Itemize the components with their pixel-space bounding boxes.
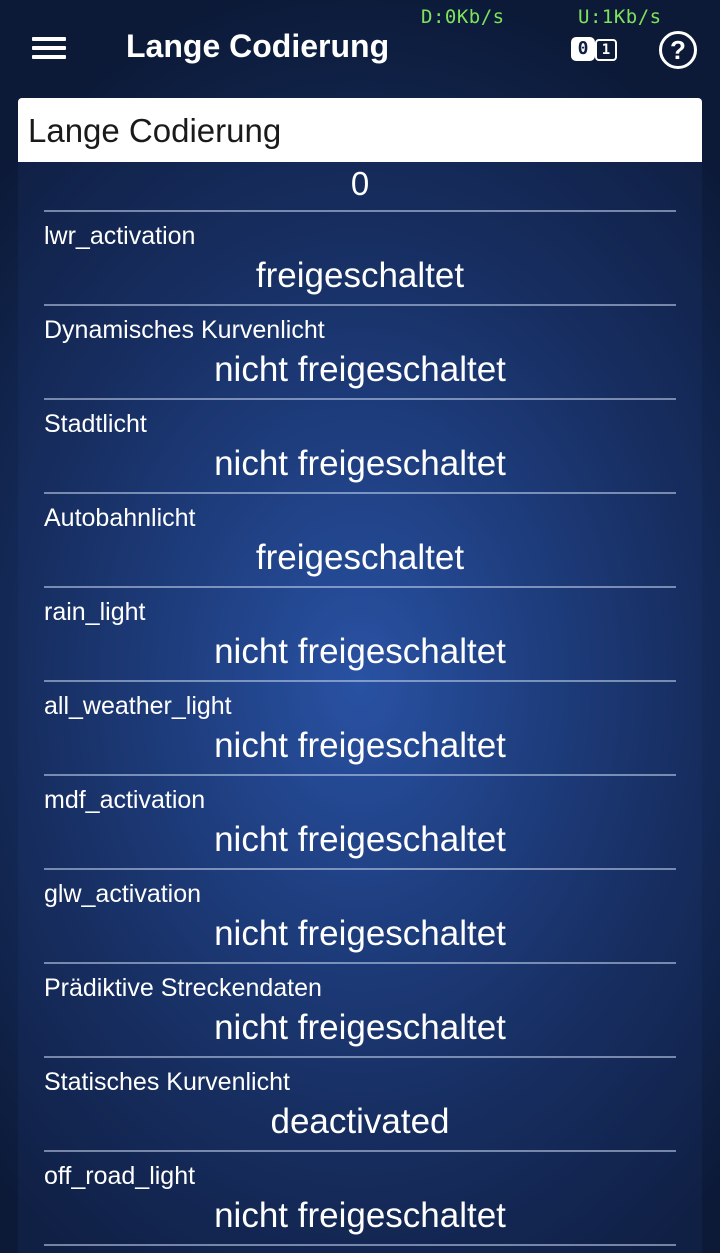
coding-row-label: glw_activation: [44, 880, 202, 908]
app-toolbar: D:0Kb/s U:1Kb/s Lange Codierung 0 1 ?: [0, 0, 720, 98]
coding-row-value: nicht freigeschaltet: [214, 632, 506, 671]
download-rate: D:0Kb/s: [421, 6, 505, 28]
coding-row-all-weather-light[interactable]: all_weather_light nicht freigeschaltet: [44, 682, 676, 776]
panel-title: Lange Codierung: [28, 112, 282, 149]
hamburger-menu-icon[interactable]: [32, 35, 66, 61]
coding-row-value: nicht freigeschaltet: [214, 726, 506, 765]
help-icon[interactable]: ?: [659, 31, 697, 69]
coding-row-label: Prädiktive Streckendaten: [44, 974, 322, 1002]
coding-list: 0 lwr_activation freigeschaltet Dynamisc…: [44, 162, 676, 1246]
coding-row-autobahnlicht[interactable]: Autobahnlicht freigeschaltet: [44, 494, 676, 588]
coding-row-value: nicht freigeschaltet: [214, 444, 506, 483]
coding-row-value: freigeschaltet: [255, 256, 465, 295]
coding-row-label: off_road_light: [44, 1162, 196, 1190]
panel-header: Lange Codierung: [18, 98, 702, 162]
coding-row-value: deactivated: [270, 1102, 450, 1141]
coding-row-mdf-activation[interactable]: mdf_activation nicht freigeschaltet: [44, 776, 676, 870]
coding-row-rain-light[interactable]: rain_light nicht freigeschaltet: [44, 588, 676, 682]
coding-row-glw-activation[interactable]: glw_activation nicht freigeschaltet: [44, 870, 676, 964]
coding-row-label: rain_light: [44, 598, 146, 626]
coding-row-label: Stadtlicht: [44, 410, 147, 438]
coding-raw-value: 0: [44, 162, 676, 212]
coding-row-statisches-kurvenlicht[interactable]: Statisches Kurvenlicht deactivated: [44, 1058, 676, 1152]
coding-row-label: mdf_activation: [44, 786, 206, 814]
page-title: Lange Codierung: [126, 28, 390, 64]
coding-row-off-road-light[interactable]: off_road_light nicht freigeschaltet: [44, 1152, 676, 1246]
coding-row-value: nicht freigeschaltet: [214, 1008, 506, 1047]
coding-row-label: Dynamisches Kurvenlicht: [44, 316, 325, 344]
binary-zero-glyph: 0: [571, 37, 595, 61]
coding-row-dynamisches-kurvenlicht[interactable]: Dynamisches Kurvenlicht nicht freigescha…: [44, 306, 676, 400]
coding-row-value: nicht freigeschaltet: [214, 914, 506, 953]
coding-row-label: lwr_activation: [44, 222, 196, 250]
coding-row-praediktive-streckendaten[interactable]: Prädiktive Streckendaten nicht freigesch…: [44, 964, 676, 1058]
upload-rate: U:1Kb/s: [578, 6, 662, 28]
coding-row-lwr-activation[interactable]: lwr_activation freigeschaltet: [44, 212, 676, 306]
coding-row-value: nicht freigeschaltet: [214, 1196, 506, 1235]
coding-row-value: nicht freigeschaltet: [214, 820, 506, 859]
coding-row-value: nicht freigeschaltet: [214, 350, 506, 389]
coding-row-stadtlicht[interactable]: Stadtlicht nicht freigeschaltet: [44, 400, 676, 494]
coding-row-label: Statisches Kurvenlicht: [44, 1068, 290, 1096]
coding-row-value: freigeschaltet: [255, 538, 465, 577]
binary-one-glyph: 1: [595, 39, 617, 61]
coding-row-label: all_weather_light: [44, 692, 232, 720]
binary-mode-icon[interactable]: 0 1: [571, 37, 617, 61]
coding-row-label: Autobahnlicht: [44, 504, 196, 532]
